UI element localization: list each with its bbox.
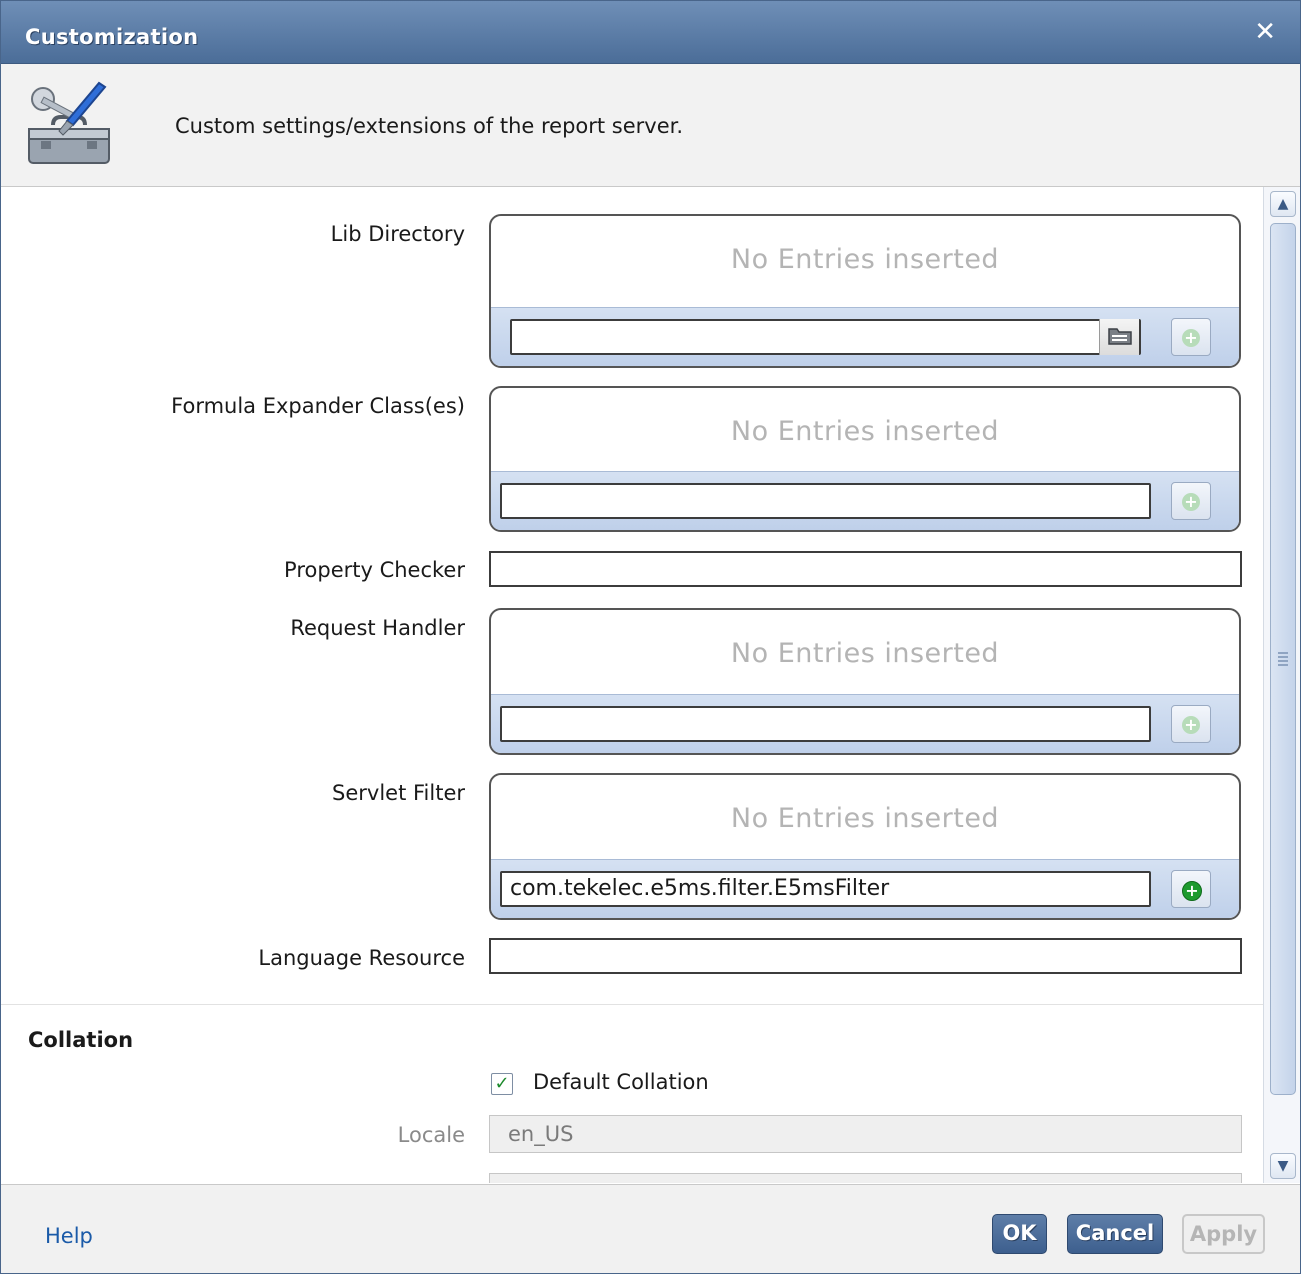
request-handler-label: Request Handler (290, 616, 465, 640)
property-checker-label: Property Checker (284, 558, 465, 582)
settings-scroll-area[interactable]: Lib Directory No Entries inserted + Form… (1, 187, 1263, 1183)
default-collation-checkbox[interactable]: ✓ (491, 1073, 513, 1095)
servlet-filter-empty-text: No Entries inserted (730, 803, 1000, 834)
add-plus-icon: + (1182, 881, 1202, 901)
request-handler-add-row: + (491, 694, 1239, 753)
servlet-filter-add-row: com.tekelec.e5ms.filter.E5msFilter + (491, 859, 1239, 918)
servlet-filter-input[interactable]: com.tekelec.e5ms.filter.E5msFilter (500, 871, 1151, 907)
title-bar[interactable]: Customization ✕ (1, 1, 1300, 64)
formula-expander-input[interactable] (500, 483, 1151, 519)
request-handler-list[interactable]: No Entries inserted + (489, 608, 1241, 755)
folder-icon (1108, 328, 1132, 345)
close-icon[interactable]: ✕ (1254, 17, 1276, 47)
add-plus-icon: + (1182, 329, 1200, 347)
formula-expander-add-row: + (491, 471, 1239, 530)
dialog-description: Custom settings/extensions of the report… (175, 114, 684, 138)
toolbox-wrench-icon (28, 81, 110, 164)
language-resource-label: Language Resource (258, 946, 465, 970)
dialog-header: Custom settings/extensions of the report… (1, 64, 1300, 187)
servlet-filter-list[interactable]: No Entries inserted com.tekelec.e5ms.fil… (489, 773, 1241, 920)
locale-label: Locale (397, 1123, 465, 1147)
scroll-down-icon[interactable]: ▼ (1270, 1153, 1296, 1179)
property-checker-input[interactable] (489, 551, 1242, 587)
apply-button[interactable]: Apply (1182, 1214, 1265, 1254)
formula-expander-empty-text: No Entries inserted (730, 416, 1000, 447)
default-collation-label[interactable]: Default Collation (533, 1070, 709, 1094)
cancel-button[interactable]: Cancel (1067, 1214, 1163, 1254)
collation-section-title: Collation (28, 1028, 134, 1052)
lib-directory-list[interactable]: No Entries inserted + (489, 214, 1241, 368)
ok-button[interactable]: OK (992, 1214, 1047, 1254)
customization-dialog: Customization ✕ Custom settings/extensio… (0, 0, 1301, 1274)
scroll-up-icon[interactable]: ▲ (1270, 191, 1296, 217)
servlet-filter-add-button[interactable]: + (1171, 870, 1211, 908)
servlet-filter-label: Servlet Filter (332, 781, 465, 805)
lib-directory-label: Lib Directory (330, 222, 465, 246)
help-link[interactable]: Help (45, 1224, 93, 1248)
dialog-title: Customization (25, 25, 199, 49)
request-handler-input[interactable] (500, 706, 1151, 742)
formula-expander-list[interactable]: No Entries inserted + (489, 386, 1241, 532)
add-plus-icon: + (1182, 716, 1200, 734)
vertical-scrollbar[interactable]: ▲ ▼ (1263, 187, 1300, 1183)
scrollbar-thumb[interactable] (1270, 223, 1296, 1095)
language-resource-input[interactable] (489, 938, 1242, 974)
lib-directory-add-button[interactable]: + (1171, 318, 1211, 356)
request-handler-empty-text: No Entries inserted (730, 638, 1000, 669)
collation-field-partial (489, 1173, 1242, 1183)
lib-directory-add-row: + (491, 307, 1239, 366)
grip-icon (1278, 652, 1288, 666)
add-plus-icon: + (1182, 493, 1200, 511)
lib-directory-input[interactable] (510, 319, 1141, 355)
lib-directory-empty-text: No Entries inserted (730, 244, 1000, 275)
dialog-footer: Help OK Cancel Apply (1, 1184, 1300, 1273)
locale-input: en_US (489, 1115, 1242, 1153)
section-divider (1, 1004, 1263, 1005)
formula-expander-label: Formula Expander Class(es) (171, 394, 465, 418)
browse-folder-button[interactable] (1099, 319, 1139, 355)
request-handler-add-button[interactable]: + (1171, 705, 1211, 743)
formula-expander-add-button[interactable]: + (1171, 482, 1211, 520)
